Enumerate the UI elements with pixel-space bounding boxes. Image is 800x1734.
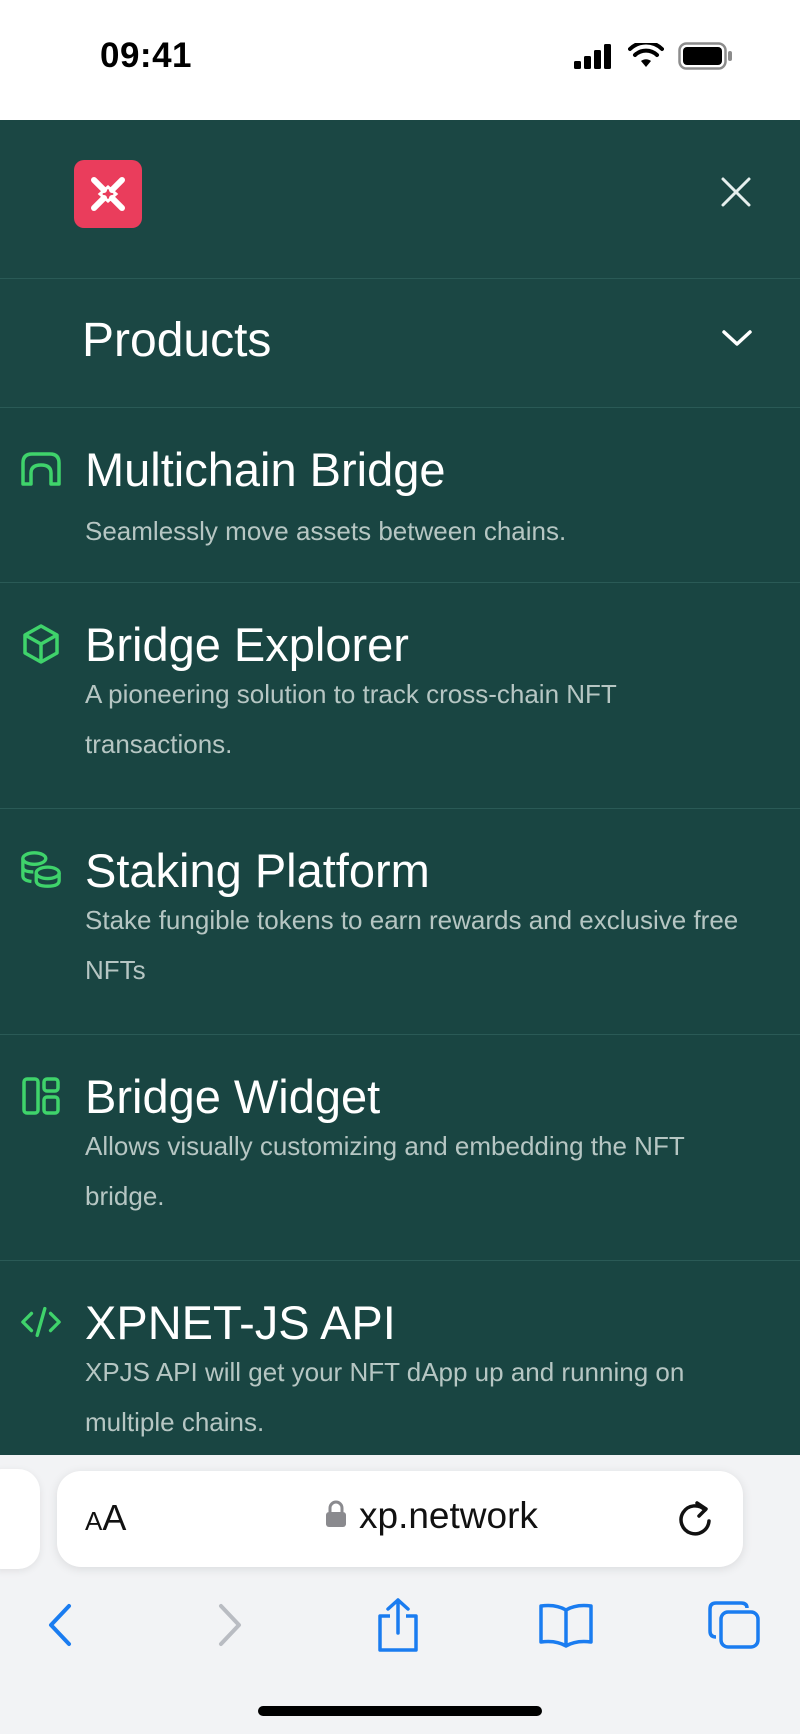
bookmarks-button[interactable] <box>536 1595 596 1655</box>
chevron-down-icon <box>720 327 754 354</box>
menu-item-bridge-widget[interactable]: Bridge Widget Allows visually customizin… <box>0 1035 800 1261</box>
address-bar[interactable]: AA xp.network <box>57 1471 743 1567</box>
back-button[interactable] <box>30 1595 90 1655</box>
item-description: Stake fungible tokens to earn rewards an… <box>85 905 739 985</box>
tabs-icon <box>708 1601 760 1649</box>
cellular-signal-icon <box>574 43 614 74</box>
aa-big: A <box>102 1497 127 1538</box>
layout-icon <box>20 1075 62 1117</box>
menu-item-staking-platform[interactable]: Staking Platform Stake fungible tokens t… <box>0 809 800 1035</box>
navigation-menu: Products Multichain Bridge Seamlessly mo… <box>0 120 800 1455</box>
browser-chrome: AA xp.network <box>0 1455 800 1734</box>
item-title: Bridge Widget <box>85 1070 381 1123</box>
bridge-icon <box>20 448 62 490</box>
xp-network-logo[interactable] <box>74 160 142 228</box>
status-icons <box>574 40 734 75</box>
item-description: Allows visually customizing and embeddin… <box>85 1131 685 1211</box>
item-description: A pioneering solution to track cross-cha… <box>85 679 617 759</box>
share-button[interactable] <box>368 1595 428 1655</box>
coins-icon <box>20 849 62 891</box>
chevron-left-icon <box>49 1604 71 1646</box>
lock-icon <box>325 1495 347 1537</box>
home-indicator <box>258 1706 542 1716</box>
products-dropdown[interactable]: Products <box>0 279 800 408</box>
previous-tab-peek[interactable] <box>0 1469 40 1569</box>
close-menu-button[interactable] <box>716 172 756 212</box>
book-icon <box>539 1603 593 1648</box>
browser-toolbar <box>0 1595 800 1675</box>
forward-button[interactable] <box>200 1595 260 1655</box>
products-label: Products <box>82 314 272 367</box>
item-title: Multichain Bridge <box>85 443 446 496</box>
status-bar: 09:41 <box>0 0 800 120</box>
item-description: XPJS API will get your NFT dApp up and r… <box>85 1357 685 1437</box>
status-time: 09:41 <box>100 36 193 75</box>
close-icon <box>721 177 751 207</box>
tabs-button[interactable] <box>704 1595 764 1655</box>
chevron-right-icon <box>219 1604 241 1646</box>
item-title: XPNET-JS API <box>85 1296 396 1349</box>
battery-icon <box>678 42 734 75</box>
cube-icon <box>20 623 62 665</box>
share-icon <box>378 1598 418 1652</box>
wifi-icon <box>628 40 664 74</box>
aa-small: A <box>85 1506 103 1536</box>
page-settings-button[interactable]: AA <box>85 1497 126 1539</box>
reload-icon[interactable] <box>675 1497 715 1544</box>
menu-item-xpnet-js-api[interactable]: XPNET-JS API XPJS API will get your NFT … <box>0 1261 800 1455</box>
url-display[interactable]: xp.network <box>325 1495 538 1537</box>
item-title: Bridge Explorer <box>85 618 409 671</box>
menu-header <box>0 120 800 279</box>
products-list: Multichain Bridge Seamlessly move assets… <box>0 408 800 1455</box>
url-text: xp.network <box>359 1495 538 1536</box>
menu-item-multichain-bridge[interactable]: Multichain Bridge Seamlessly move assets… <box>0 408 800 583</box>
code-icon <box>20 1301 62 1343</box>
menu-item-bridge-explorer[interactable]: Bridge Explorer A pioneering solution to… <box>0 583 800 809</box>
item-description: Seamlessly move assets between chains. <box>85 516 567 546</box>
item-title: Staking Platform <box>85 844 430 897</box>
